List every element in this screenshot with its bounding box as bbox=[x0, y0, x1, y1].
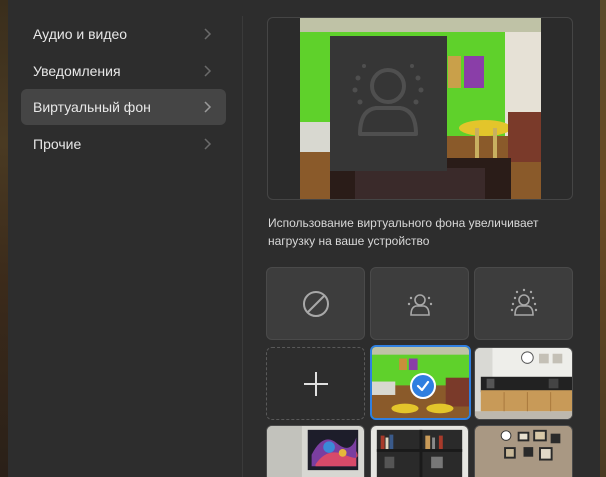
sidebar-item-audio-video[interactable]: Аудио и видео bbox=[21, 16, 226, 52]
blur-slight-icon bbox=[407, 293, 432, 316]
art-wall-thumbnail bbox=[267, 426, 364, 477]
kitchen-thumbnail bbox=[475, 348, 572, 419]
chevron-right-icon bbox=[204, 28, 212, 40]
background-edge-right bbox=[600, 0, 606, 477]
sidebar-item-notifications[interactable]: Уведомления bbox=[21, 53, 226, 89]
settings-dialog: Аудио и видео Уведомления Виртуальный фо… bbox=[8, 0, 600, 477]
background-edge-left bbox=[0, 0, 8, 477]
chevron-right-icon bbox=[204, 101, 212, 113]
brick-wall-thumbnail bbox=[475, 426, 572, 477]
background-tile-art-wall[interactable] bbox=[266, 425, 365, 477]
blur-strong-icon bbox=[510, 288, 537, 316]
background-tile-brick-wall[interactable] bbox=[474, 425, 573, 477]
sidebar-item-label: Виртуальный фон bbox=[33, 99, 151, 115]
background-tile-green-office[interactable] bbox=[370, 345, 471, 420]
preview-image bbox=[300, 18, 541, 199]
sidebar-item-virtual-background[interactable]: Виртуальный фон bbox=[21, 89, 226, 125]
add-background-tile[interactable] bbox=[266, 347, 365, 420]
no-background-tile[interactable] bbox=[266, 267, 365, 340]
selected-check-badge bbox=[410, 373, 436, 399]
background-tile-bookshelf[interactable] bbox=[370, 425, 469, 477]
no-background-icon bbox=[302, 290, 329, 317]
bookshelf-thumbnail bbox=[371, 426, 468, 477]
performance-notice: Использование виртуального фона увеличив… bbox=[268, 216, 539, 248]
chevron-right-icon bbox=[204, 138, 212, 150]
sidebar-divider bbox=[242, 16, 243, 477]
sidebar-item-label: Аудио и видео bbox=[33, 26, 128, 42]
sidebar-item-label: Уведомления bbox=[33, 63, 121, 79]
add-icon bbox=[303, 371, 328, 396]
chevron-right-icon bbox=[204, 65, 212, 77]
blur-strong-tile[interactable] bbox=[474, 267, 573, 340]
virtual-background-preview bbox=[300, 18, 541, 199]
blur-slight-tile[interactable] bbox=[370, 267, 469, 340]
sidebar-item-label: Прочие bbox=[33, 136, 82, 152]
background-tile-kitchen[interactable] bbox=[474, 347, 573, 420]
sidebar-item-other[interactable]: Прочие bbox=[21, 126, 226, 162]
checkmark-icon bbox=[416, 380, 430, 392]
settings-sidebar: Аудио и видео Уведомления Виртуальный фо… bbox=[8, 0, 242, 477]
camera-preview bbox=[267, 17, 573, 200]
